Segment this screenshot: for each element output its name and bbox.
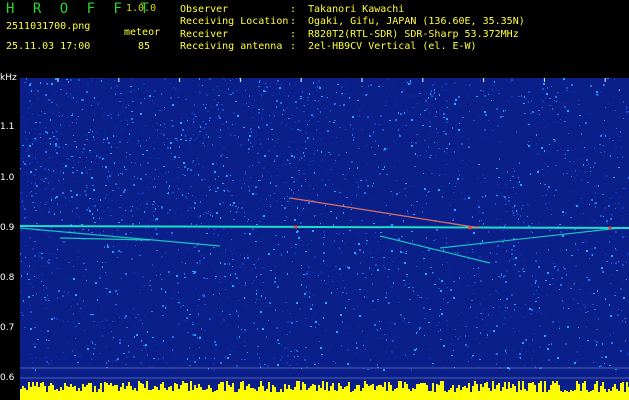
info-receiver: Receiver: R820T2(RTL-SDR) SDR-Sharp 53.37… — [180, 28, 519, 40]
y-tick-label: 0.8 — [0, 273, 15, 283]
y-tick-label: 1.1 — [0, 122, 15, 132]
y-tick-label: 0.6 — [0, 373, 15, 383]
y-tick-label: 1.0 — [0, 173, 15, 183]
info-location: Receiving Location: Ogaki, Gifu, JAPAN (1… — [180, 16, 525, 28]
signal-peak — [608, 226, 612, 230]
detection-mode: meteor — [124, 27, 161, 38]
header-panel: H R O F F T 1.0.0 2511031700.png meteor … — [0, 0, 629, 78]
info-observer: Observer: Takanori Kawachi — [180, 4, 405, 15]
spectrogram-canvas — [20, 78, 629, 400]
info-antenna: Receiving antenna:2el-HB9CV Vertical (el… — [180, 40, 477, 52]
station-info: Observer: Takanori Kawachi Receiving Loca… — [180, 4, 525, 53]
spectrogram — [20, 78, 629, 400]
signal-peak — [468, 226, 472, 230]
date-time: 25.11.03 17:00 — [6, 41, 91, 52]
detection-count: 85 — [138, 41, 151, 52]
file-name: 2511031700.png — [6, 21, 91, 32]
signal-peak — [294, 225, 298, 229]
y-axis-unit: kHz — [0, 73, 17, 83]
y-tick-label: 0.9 — [0, 223, 15, 233]
app-version: 1.0.0 — [126, 3, 157, 14]
y-tick-label: 0.7 — [0, 323, 15, 333]
